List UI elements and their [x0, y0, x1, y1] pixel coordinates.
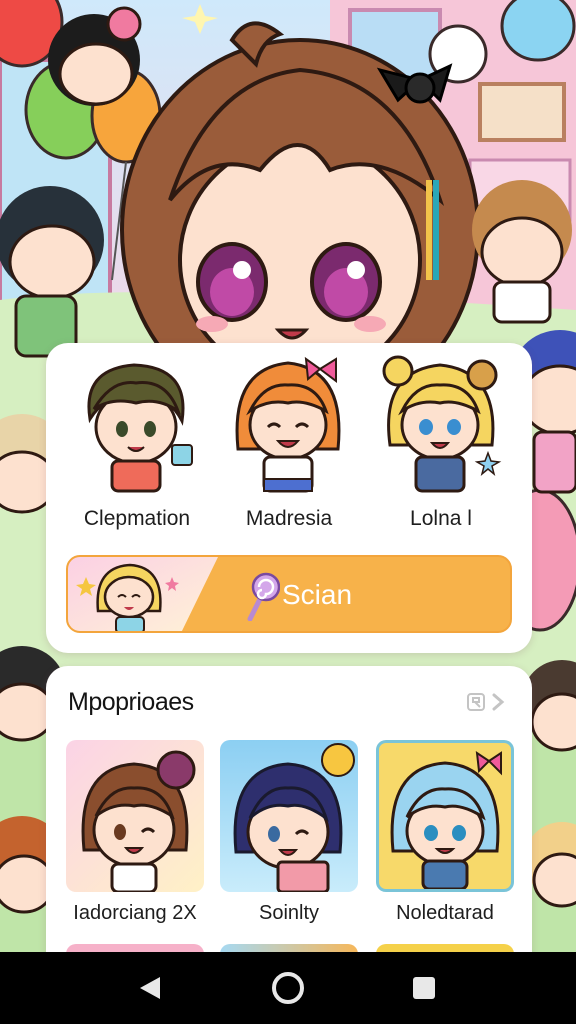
popular-item-name-3: Noledtarad [396, 902, 494, 924]
home-icon[interactable] [264, 964, 312, 1012]
popular-item-name-1: Iadorciang 2X [73, 902, 197, 924]
scan-button[interactable]: Scian [66, 555, 512, 633]
character-avatar-3 [382, 355, 502, 493]
popular-item-thumbnail-2 [220, 740, 358, 892]
character-card-1[interactable]: Clepmation [62, 343, 212, 543]
featured-character-row: Clepmation Madresia Lolna l [46, 343, 532, 543]
scan-button-thumbnail [68, 557, 218, 631]
popular-item-thumbnail-1 [66, 740, 204, 892]
character-name-2: Madresia [245, 507, 333, 530]
character-name-1: Clepmation [83, 507, 191, 530]
section-title: Mpoprioaes [68, 688, 194, 716]
character-avatar-1 [87, 363, 193, 493]
character-card-3[interactable]: Lolna l [366, 343, 516, 543]
character-name-3: Lolna l [410, 507, 472, 530]
featured-characters-card: Clepmation Madresia Lolna l Scian [46, 343, 532, 653]
system-navigation-bar [0, 952, 576, 1024]
popular-item-thumbnail-3 [376, 740, 514, 892]
lollipop-icon [247, 572, 280, 621]
popular-item-name-2: Soinlty [258, 902, 320, 924]
back-icon[interactable] [126, 964, 174, 1012]
see-more-icon[interactable] [466, 690, 510, 714]
scan-button-label: Scian [282, 579, 353, 610]
popular-section-card: Mpoprioaes Iadorciang 2X Soinlty Noledta… [46, 666, 532, 966]
recents-icon[interactable] [400, 964, 448, 1012]
character-avatar-2 [235, 356, 341, 493]
character-card-2[interactable]: Madresia [214, 343, 364, 543]
